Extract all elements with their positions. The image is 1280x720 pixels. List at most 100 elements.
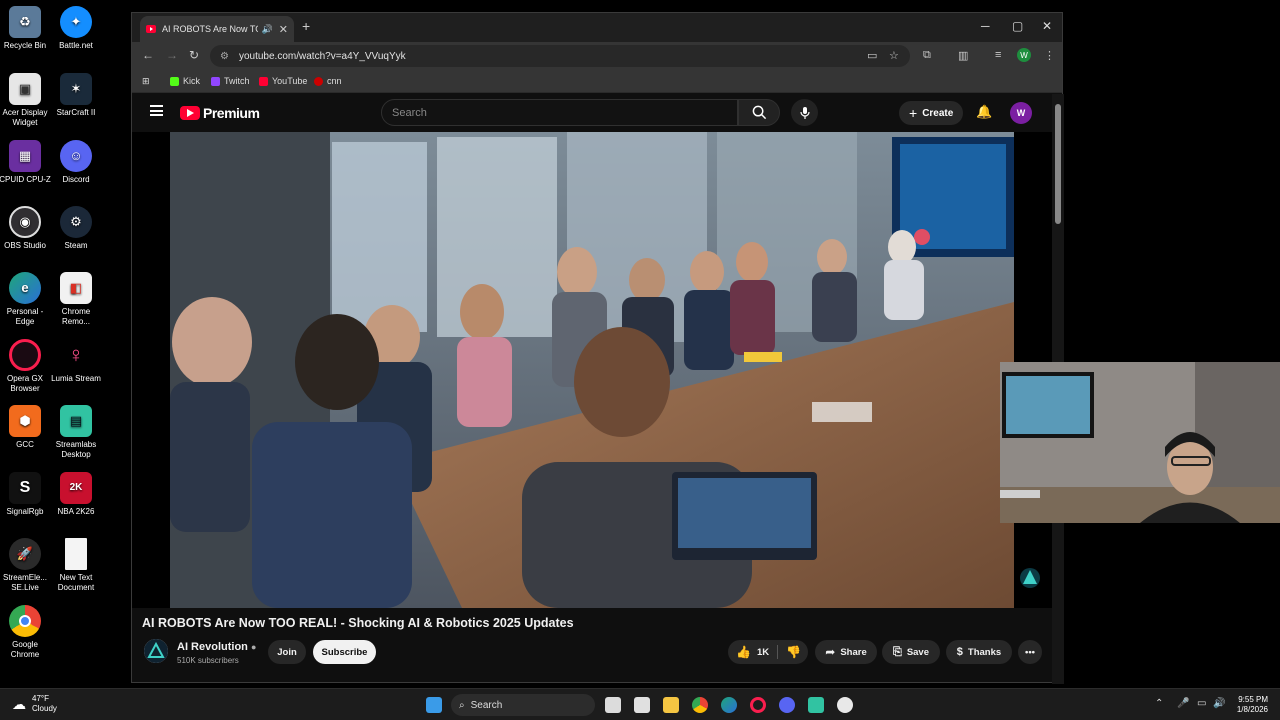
create-button[interactable]: + Create	[899, 101, 964, 125]
like-button[interactable]: 👍 1K	[736, 645, 769, 659]
desktop-icon-edge[interactable]: e Personal - Edge	[0, 272, 53, 327]
taskbar-search[interactable]: ⌕ Search	[451, 694, 595, 716]
cast-icon[interactable]: ▭	[867, 49, 877, 62]
weather-widget[interactable]: ☁ 47°F Cloudy	[12, 694, 57, 714]
join-button[interactable]: Join	[268, 640, 306, 664]
desktop-icon-label: StreamEle... SE.Live	[2, 573, 47, 592]
bookmark-label: Twitch	[224, 76, 250, 86]
discord-taskbar-icon[interactable]	[779, 697, 795, 713]
desktop-icon-obs[interactable]: ◉ OBS Studio	[0, 206, 53, 251]
maximize-icon[interactable]: ▢	[1012, 19, 1023, 33]
bookmark-youtube[interactable]: YouTube	[259, 76, 307, 86]
apps-grid-icon[interactable]: ⊞	[142, 76, 150, 87]
chrome-taskbar-icon[interactable]	[692, 697, 708, 713]
scrollbar-thumb[interactable]	[1055, 104, 1061, 224]
close-tab-icon[interactable]: ✕	[279, 23, 288, 36]
desktop-icon-acer-display-widget[interactable]: ▣ Acer Display Widget	[0, 73, 53, 128]
split-view-icon[interactable]: ▥	[958, 49, 968, 62]
show-hidden-icons-chevron-icon[interactable]: ⌃	[1155, 698, 1163, 709]
reload-icon[interactable]: ↻	[189, 48, 199, 62]
streamlabs-taskbar-icon[interactable]	[808, 697, 824, 713]
network-icon[interactable]: ▭	[1197, 698, 1206, 709]
bookmark-twitch[interactable]: Twitch	[211, 76, 250, 86]
system-clock[interactable]: 9:55 PM 1/8/2026	[1237, 695, 1268, 715]
forward-icon[interactable]: →	[166, 48, 178, 62]
desktop-icon-label: GCC	[16, 440, 34, 449]
search-icon	[752, 105, 766, 120]
thanks-button[interactable]: $ Thanks	[946, 640, 1012, 664]
recycle-bin-icon: ♻	[9, 6, 41, 38]
desktop-icon-new-text-document[interactable]: New Text Document	[48, 538, 104, 593]
desktop-icon-google-chrome[interactable]: Google Chrome	[0, 605, 53, 660]
back-icon[interactable]: ←	[142, 48, 154, 62]
desktop-icon-starcraft[interactable]: ✶ StarCraft II	[48, 73, 104, 118]
desktop-icon-label: NBA 2K26	[57, 507, 95, 516]
volume-icon[interactable]: 🔊	[1213, 698, 1225, 709]
clock-time: 9:55 PM	[1238, 695, 1268, 704]
desktop-icon-streamelements[interactable]: 🚀 StreamEle... SE.Live	[0, 538, 53, 593]
account-avatar[interactable]: W	[1010, 102, 1032, 124]
dislike-button[interactable]: 👎	[786, 645, 801, 659]
ai-revolution-logo-icon	[144, 639, 168, 663]
bookmarks-bar: ⊞ Kick Twitch YouTube cnn	[132, 70, 1062, 93]
extensions-icon[interactable]: ⧉	[923, 49, 931, 62]
youtube-premium-logo[interactable]: Premium	[180, 105, 260, 121]
save-bookmark-icon: ⎘	[893, 645, 902, 658]
opera-gx-taskbar-icon[interactable]	[750, 697, 766, 713]
desktop-icon-lumia[interactable]: ♀ Lumia Stream	[48, 339, 104, 384]
edge-taskbar-icon[interactable]	[721, 697, 737, 713]
desktop-icon-streamlabs[interactable]: ▤ Streamlabs Desktop	[48, 405, 104, 460]
desktop-icon-battlenet[interactable]: ✦ Battle.net	[48, 6, 104, 51]
video-player[interactable]	[132, 132, 1052, 608]
task-view-icon[interactable]	[605, 697, 621, 713]
desktop-icon-chrome-remote[interactable]: ◧ Chrome Remo...	[48, 272, 104, 327]
widgets-icon[interactable]	[634, 697, 650, 713]
share-button[interactable]: ➦ Share	[815, 640, 877, 664]
subscriber-count: 510K subscribers	[177, 656, 239, 665]
share-label: Share	[840, 646, 867, 658]
bookmark-cnn[interactable]: cnn	[314, 76, 342, 86]
close-window-icon[interactable]: ✕	[1042, 19, 1052, 33]
address-bar[interactable]: ⚙ youtube.com/watch?v=a4Y_VVuqYyk	[210, 45, 910, 67]
desktop-icon-recycle-bin[interactable]: ♻ Recycle Bin	[0, 6, 53, 51]
battlenet-icon: ✦	[60, 6, 92, 38]
voice-search-button[interactable]	[791, 99, 818, 126]
bookmark-star-icon[interactable]: ☆	[889, 49, 899, 62]
desktop-icon-signalrgb[interactable]: S SignalRgb	[0, 472, 53, 517]
search-input[interactable]: Search	[381, 99, 738, 126]
start-windows-icon[interactable]	[426, 697, 442, 713]
speaker-icon[interactable]: 🔊	[262, 24, 273, 35]
hamburger-menu-icon[interactable]	[150, 105, 163, 116]
profile-avatar[interactable]: W	[1017, 48, 1031, 62]
channel-name[interactable]: AI Revolution ●	[177, 641, 256, 653]
subscribe-button[interactable]: Subscribe	[313, 640, 376, 664]
channel-avatar[interactable]	[144, 639, 168, 663]
thumbs-down-icon: 👎	[786, 645, 802, 659]
menu-dots-icon[interactable]: ⋮	[1044, 49, 1055, 62]
search-button[interactable]	[738, 99, 780, 126]
new-tab-button[interactable]: +	[302, 18, 310, 34]
desktop-icon-gcc[interactable]: ⬢ GCC	[0, 405, 53, 450]
reading-list-icon[interactable]: ≡	[995, 49, 1001, 61]
desktop-icon-label: Acer Display Widget	[2, 108, 48, 127]
notifications-bell-icon[interactable]: 🔔	[976, 104, 992, 120]
more-actions-button[interactable]: •••	[1018, 640, 1042, 664]
more-dots-icon: •••	[1025, 646, 1035, 658]
tab-youtube-video[interactable]: AI ROBOTS Are Now TOO REAL 🔊 ✕	[140, 16, 294, 42]
desktop-icon-nba2k[interactable]: 2K NBA 2K26	[48, 472, 104, 517]
desktop-icon-cpuz[interactable]: ▦ CPUID CPU-Z	[0, 140, 53, 185]
streamelements-icon: 🚀	[9, 538, 41, 570]
desktop-icon-steam[interactable]: ⚙ Steam	[48, 206, 104, 251]
thumbs-up-icon: 👍	[736, 645, 751, 659]
bookmark-kick[interactable]: Kick	[170, 76, 200, 86]
tool-taskbar-icon[interactable]	[837, 697, 853, 713]
temperature: 47°F	[32, 694, 49, 703]
save-button[interactable]: ⎘ Save	[882, 640, 940, 664]
minimize-icon[interactable]: ─	[981, 19, 990, 33]
site-info-icon[interactable]: ⚙	[220, 51, 229, 62]
desktop-icon-opera-gx[interactable]: Opera GX Browser	[0, 339, 53, 394]
desktop-icon-discord[interactable]: ☺ Discord	[48, 140, 104, 185]
microphone-tray-icon[interactable]: 🎤	[1177, 698, 1189, 709]
file-explorer-icon[interactable]	[663, 697, 679, 713]
webcam-image	[1000, 362, 1280, 523]
